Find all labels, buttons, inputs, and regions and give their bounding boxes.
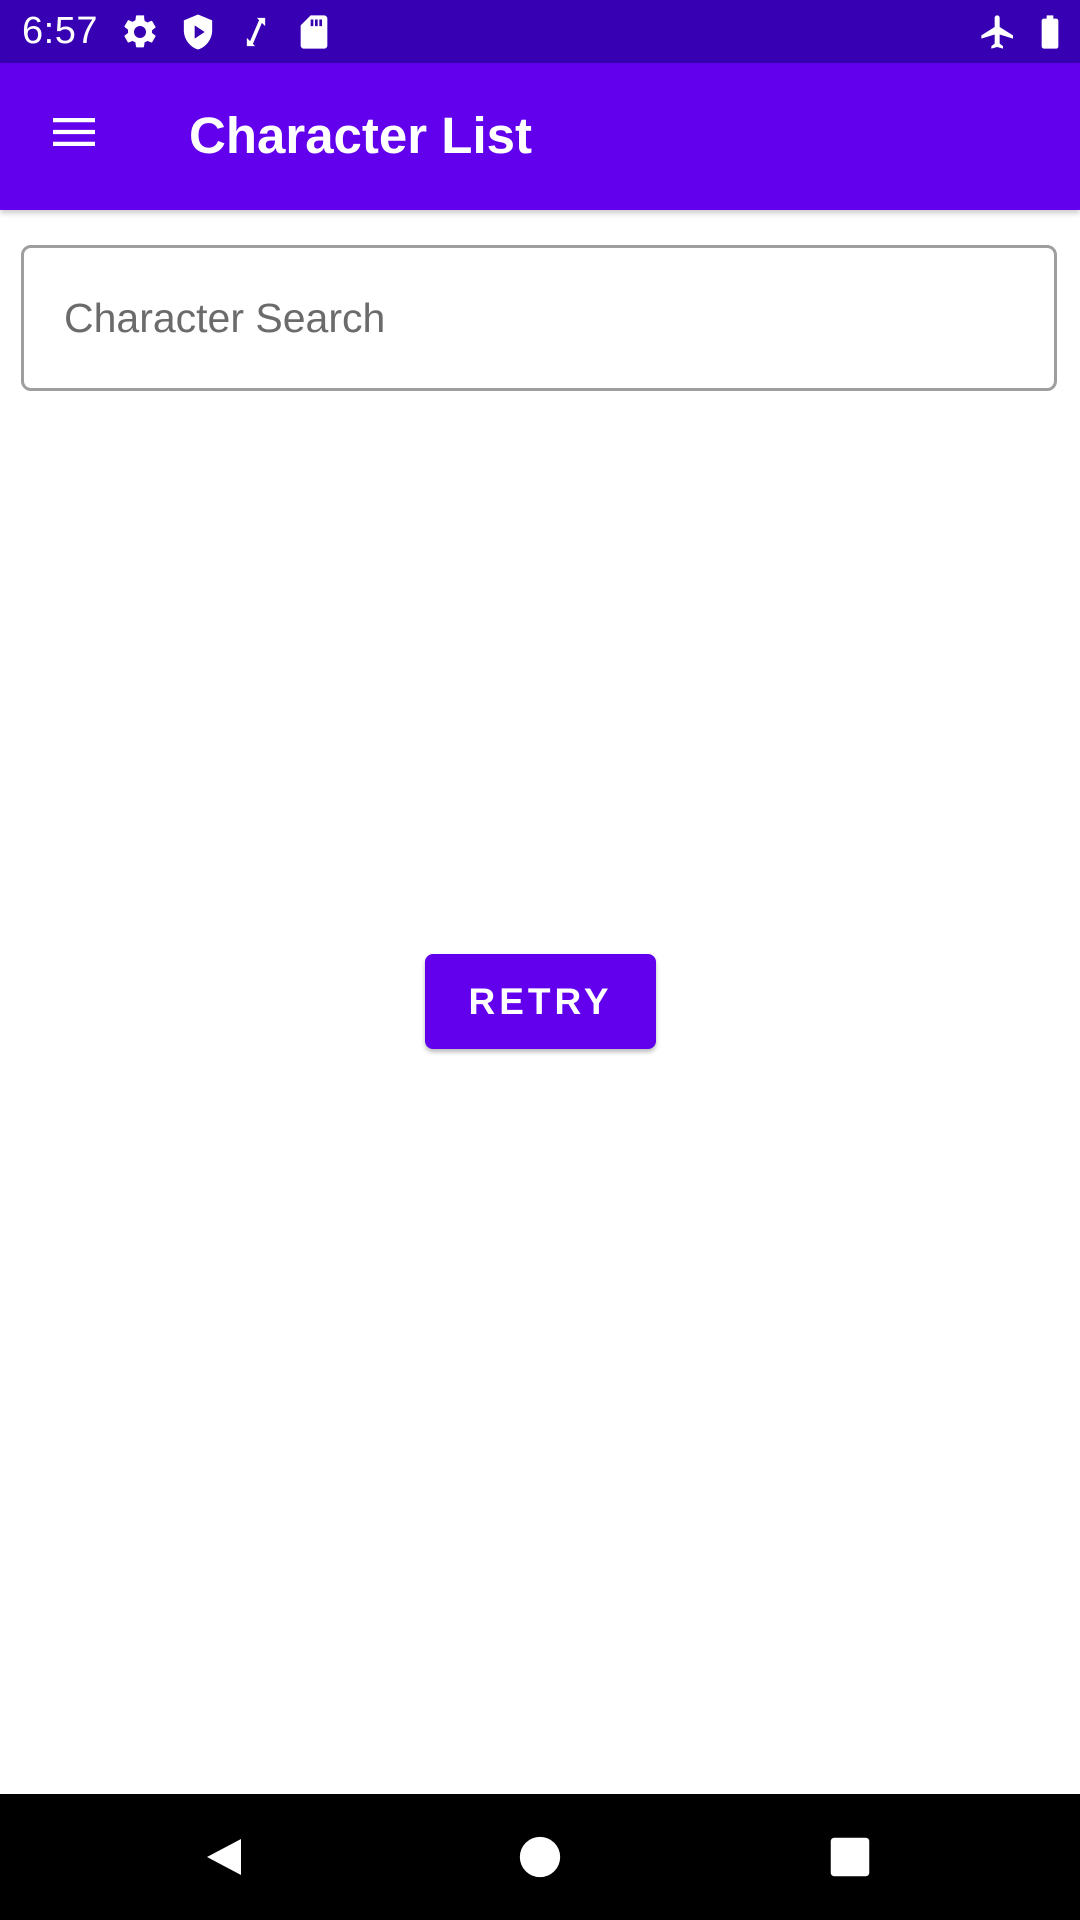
search-field[interactable] [21,245,1057,391]
sync-arrows-icon [236,12,276,52]
back-icon [207,1839,241,1875]
airplane-mode-icon [978,12,1018,52]
search-input[interactable] [64,248,1014,388]
app-bar: Character List [0,63,1080,210]
back-button[interactable] [185,1817,265,1897]
status-time: 6:57 [22,10,98,52]
home-icon [519,1836,561,1878]
recents-icon [830,1837,870,1877]
retry-button[interactable]: RETRY [425,954,656,1049]
navigation-bar [0,1794,1080,1920]
recents-button[interactable] [810,1817,890,1897]
status-bar: 6:57 [0,0,1080,63]
home-button[interactable] [500,1817,580,1897]
battery-icon [1030,12,1070,52]
menu-button[interactable] [32,90,116,174]
hamburger-menu-icon [53,118,95,146]
page-title: Character List [189,107,532,164]
sd-card-icon [294,12,334,52]
play-protect-icon [178,12,218,52]
gear-icon [120,12,160,52]
screen: 6:57 Character List R [0,0,1080,1920]
